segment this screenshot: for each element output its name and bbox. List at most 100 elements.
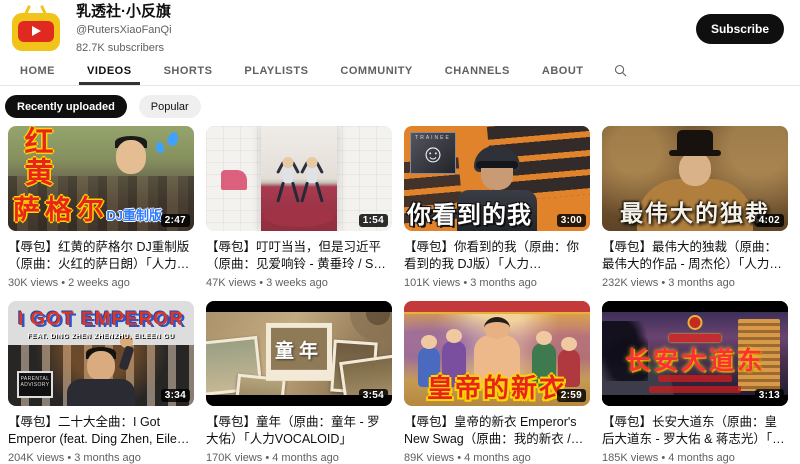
meta-separator: • — [457, 452, 461, 464]
video-card[interactable]: 红黄 的 萨格尔 DJ重制版 2:47 【辱包】红黄的萨格尔 DJ重制版（原曲：… — [8, 126, 194, 289]
video-thumbnail[interactable]: 童年 3:54 — [206, 301, 392, 406]
meta-separator: • — [61, 277, 65, 289]
upload-age: 3 months ago — [470, 277, 537, 289]
video-card[interactable]: 皇帝的新衣 2:59 【辱包】皇帝的新衣 Emperor's New Swag（… — [404, 301, 590, 464]
meta-separator: • — [661, 277, 665, 289]
tab-channels[interactable]: CHANNELS — [429, 56, 526, 85]
video-meta: 170K views • 4 months ago — [206, 452, 392, 464]
duration-badge: 3:13 — [755, 389, 784, 402]
video-thumbnail[interactable]: I GOT EMPEROR FEAT. DING ZHEN ZHENZHU, E… — [8, 301, 194, 406]
duration-badge: 4:02 — [755, 214, 784, 227]
video-meta: 204K views • 3 months ago — [8, 452, 194, 464]
national-emblem-icon — [688, 315, 703, 330]
video-card[interactable]: I GOT EMPEROR FEAT. DING ZHEN ZHENZHU, E… — [8, 301, 194, 464]
top-hat-icon — [677, 130, 713, 151]
figure-decoration — [116, 140, 146, 174]
upload-age: 4 months ago — [464, 452, 531, 464]
search-button[interactable] — [599, 56, 642, 85]
chip-recently-uploaded[interactable]: Recently uploaded — [5, 95, 127, 118]
filter-chips: Recently uploaded Popular — [5, 95, 800, 118]
duration-badge: 2:47 — [161, 214, 190, 227]
video-thumbnail[interactable]: 红黄 的 萨格尔 DJ重制版 2:47 — [8, 126, 194, 231]
video-card[interactable]: 最伟大的独裁 4:02 【辱包】最伟大的独裁（原曲：最伟大的作品 - 周杰伦）「… — [602, 126, 788, 289]
tab-home[interactable]: HOME — [4, 56, 71, 85]
thumb-overlay-text: FEAT. DING ZHEN ZHENZHU, EILEEN GU — [8, 333, 194, 340]
video-thumbnail[interactable]: 最伟大的独裁 4:02 — [602, 126, 788, 231]
search-icon — [613, 63, 628, 78]
video-meta: 232K views • 3 months ago — [602, 277, 788, 289]
thumb-overlay-text: 你看到的我 — [407, 195, 532, 230]
channel-name: 乳透社·小反旗 — [76, 0, 696, 21]
duration-badge: 3:34 — [161, 389, 190, 402]
sweat-drop-icon — [166, 131, 180, 147]
video-title[interactable]: 【辱包】二十大全曲：I Got Emperor (feat. Ding Zhen… — [8, 414, 194, 448]
meta-separator: • — [463, 277, 467, 289]
upload-age: 3 weeks ago — [266, 277, 328, 289]
tab-shorts[interactable]: SHORTS — [148, 56, 229, 85]
upload-age: 4 months ago — [272, 452, 339, 464]
video-title[interactable]: 【辱包】红黄的萨格尔 DJ重制版（原曲：火红的萨日朗）「人力VOCALOID」 — [8, 239, 194, 273]
video-title[interactable]: 【辱包】皇帝的新衣 Emperor's New Swag（原曲：我的新衣 / M… — [404, 414, 590, 448]
view-count: 170K views — [206, 452, 262, 464]
play-triangle-icon — [32, 26, 41, 36]
video-title[interactable]: 【辱包】长安大道东（原曲：皇后大道东 - 罗大佑 & 蒋志光）「人力VOCALO… — [602, 414, 788, 448]
video-card[interactable]: 1:54 【辱包】叮叮当当，但是习近平（原曲：见爱响铃 - 黄垂玲 / See … — [206, 126, 392, 289]
upload-age: 2 weeks ago — [68, 277, 130, 289]
duration-badge: 3:54 — [359, 389, 388, 402]
video-card[interactable]: TRAINEE ☺ 你看到的我 3:00 【辱包】你看到的我（原曲：你看到的我 … — [404, 126, 590, 289]
smiley-icon: ☺ — [420, 141, 446, 169]
album-cover: TRAINEE ☺ — [410, 132, 456, 174]
video-title[interactable]: 【辱包】童年（原曲：童年 - 罗大佑）「人力VOCALOID」 — [206, 414, 392, 448]
thumb-overlay-text: I GOT EMPEROR — [8, 309, 194, 331]
video-thumbnail[interactable]: TRAINEE ☺ 你看到的我 3:00 — [404, 126, 590, 231]
tab-playlists[interactable]: PLAYLISTS — [228, 56, 324, 85]
meta-separator: • — [661, 452, 665, 464]
thumb-overlay-text: 长安大道东 — [602, 341, 788, 377]
channel-header: 乳透社·小反旗 @RutersXiaoFanQi 82.7K subscribe… — [0, 0, 800, 56]
letterbox-bar — [206, 301, 392, 312]
view-count: 232K views — [602, 277, 658, 289]
video-meta: 185K views • 4 months ago — [602, 452, 788, 464]
video-title[interactable]: 【辱包】叮叮当当，但是习近平（原曲：见爱响铃 - 黄垂玲 / See Tình … — [206, 239, 392, 273]
video-thumbnail[interactable]: 1:54 — [206, 126, 392, 231]
video-title[interactable]: 【辱包】最伟大的独裁（原曲：最伟大的作品 - 周杰伦）「人力VOCALOID」 — [602, 239, 788, 273]
tab-community[interactable]: COMMUNITY — [324, 56, 428, 85]
video-meta: 89K views • 4 months ago — [404, 452, 590, 464]
rug-decoration — [264, 205, 334, 227]
video-thumbnail[interactable]: 皇帝的新衣 2:59 — [404, 301, 590, 406]
tab-videos[interactable]: VIDEOS — [71, 56, 148, 85]
letterbox-bar — [602, 301, 788, 312]
video-meta: 101K views • 3 months ago — [404, 277, 590, 289]
channel-avatar[interactable] — [10, 5, 62, 53]
subscribe-button[interactable]: Subscribe — [696, 14, 784, 44]
video-card[interactable]: 长安大道东 3:13 【辱包】长安大道东（原曲：皇后大道东 - 罗大佑 & 蒋志… — [602, 301, 788, 464]
curtain-decoration — [404, 301, 590, 314]
subscriber-count: 82.7K subscribers — [76, 41, 696, 57]
view-count: 47K views — [206, 277, 256, 289]
video-thumbnail[interactable]: 长安大道东 3:13 — [602, 301, 788, 406]
meta-separator: • — [67, 452, 71, 464]
video-meta: 30K views • 2 weeks ago — [8, 277, 194, 289]
thumb-overlay-text: 童年 — [275, 336, 323, 363]
cartoon-character — [446, 329, 462, 343]
upload-age: 4 months ago — [668, 452, 735, 464]
cartoon-character — [421, 335, 437, 349]
chip-popular[interactable]: Popular — [139, 95, 201, 118]
emperor-figure — [484, 317, 510, 339]
view-count: 101K views — [404, 277, 460, 289]
cartoon-character — [536, 331, 552, 345]
upload-age: 3 months ago — [74, 452, 141, 464]
thumb-overlay-text: 萨格尔 — [13, 188, 109, 227]
cartoon-character — [561, 337, 577, 351]
sweat-drop-icon — [155, 141, 165, 153]
tab-about[interactable]: ABOUT — [526, 56, 600, 85]
polaroid-frame: 童年 — [266, 323, 332, 381]
video-card[interactable]: 童年 3:54 【辱包】童年（原曲：童年 - 罗大佑）「人力VOCALOID」 … — [206, 301, 392, 464]
dancer-figure — [302, 157, 322, 207]
tab-bar: HOME VIDEOS SHORTS PLAYLISTS COMMUNITY C… — [0, 56, 800, 86]
sofa-decoration — [221, 170, 247, 190]
duration-badge: 3:00 — [557, 214, 586, 227]
video-title[interactable]: 【辱包】你看到的我（原曲：你看到的我 DJ版）「人力VOCALOID」 — [404, 239, 590, 273]
upload-age: 3 months ago — [668, 277, 735, 289]
view-count: 30K views — [8, 277, 58, 289]
